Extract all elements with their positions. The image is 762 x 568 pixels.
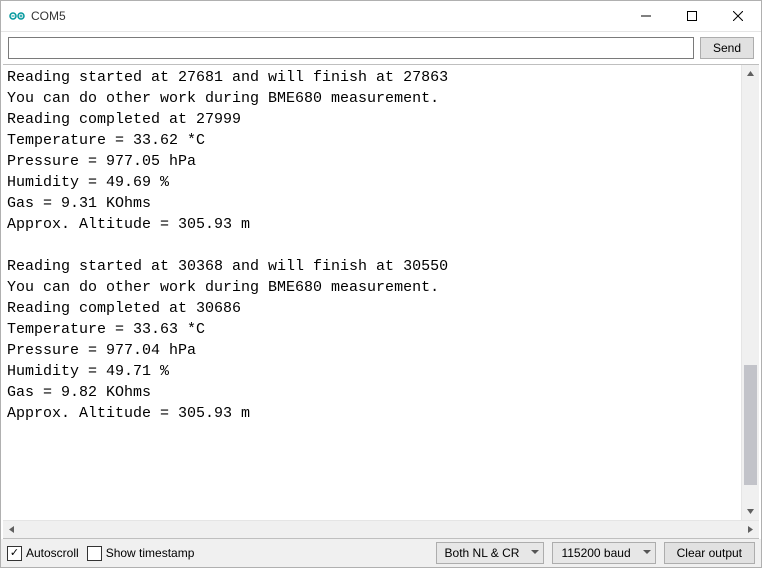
send-button[interactable]: Send [700,37,754,59]
close-button[interactable] [715,1,761,31]
titlebar: COM5 [1,1,761,32]
vertical-scrollbar[interactable] [741,65,759,520]
window-controls [623,1,761,31]
clear-output-button[interactable]: Clear output [664,542,755,564]
scrollbar-thumb[interactable] [744,365,757,485]
content-area: Reading started at 27681 and will finish… [3,64,759,539]
scroll-left-icon[interactable] [3,521,20,538]
baud-rate-value: 115200 baud [561,546,630,560]
arduino-icon [9,8,25,24]
horizontal-scrollbar[interactable] [3,520,759,538]
serial-monitor-window: COM5 Send Reading started at 27681 and w… [0,0,762,568]
serial-input[interactable] [8,37,694,59]
scroll-down-icon[interactable] [742,503,759,520]
chevron-down-icon [643,548,651,559]
statusbar: Autoscroll Show timestamp Both NL & CR 1… [1,539,761,567]
chevron-down-icon [531,548,539,559]
baud-rate-select[interactable]: 115200 baud [552,542,655,564]
checkbox-icon [7,546,22,561]
minimize-button[interactable] [623,1,669,31]
serial-output[interactable]: Reading started at 27681 and will finish… [3,65,741,520]
window-title: COM5 [31,9,623,23]
scroll-right-icon[interactable] [742,521,759,538]
autoscroll-label: Autoscroll [26,546,79,560]
maximize-button[interactable] [669,1,715,31]
timestamp-label: Show timestamp [106,546,195,560]
line-ending-value: Both NL & CR [445,546,520,560]
scroll-up-icon[interactable] [742,65,759,82]
line-ending-select[interactable]: Both NL & CR [436,542,545,564]
autoscroll-checkbox[interactable]: Autoscroll [7,546,79,561]
checkbox-icon [87,546,102,561]
input-toolbar: Send [1,32,761,64]
timestamp-checkbox[interactable]: Show timestamp [87,546,195,561]
